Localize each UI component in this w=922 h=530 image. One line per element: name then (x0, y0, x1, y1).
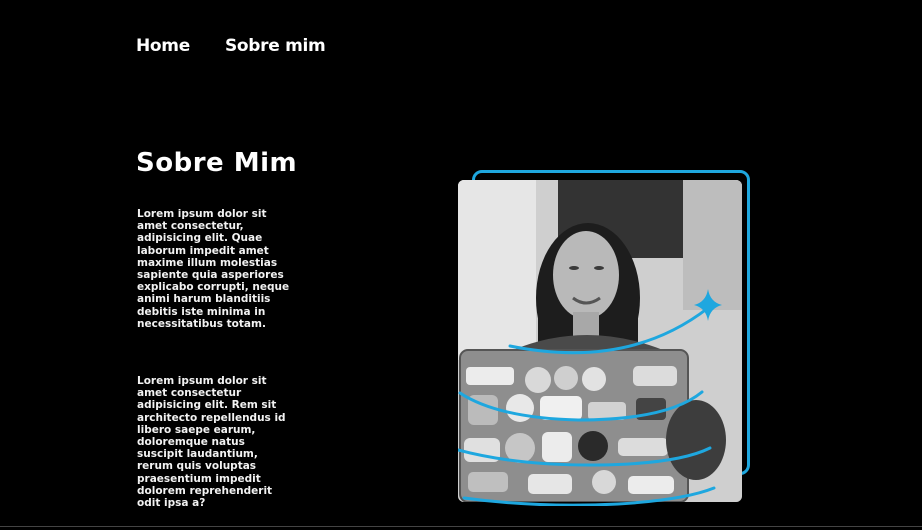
about-paragraph-1: Lorem ipsum dolor sit amet consectetur, … (137, 208, 290, 330)
profile-photo-block (458, 170, 754, 506)
decorative-orbit-lines (458, 306, 716, 506)
sparkle-icon (694, 289, 722, 321)
page-title: Sobre Mim (136, 148, 298, 178)
nav-about-link[interactable]: Sobre mim (225, 36, 326, 56)
page-bottom-divider (0, 526, 922, 527)
about-paragraph-2: Lorem ipsum dolor sit amet consectetur a… (137, 375, 286, 510)
nav-home-link[interactable]: Home (136, 36, 190, 56)
main-nav: Home Sobre mim (136, 36, 326, 56)
